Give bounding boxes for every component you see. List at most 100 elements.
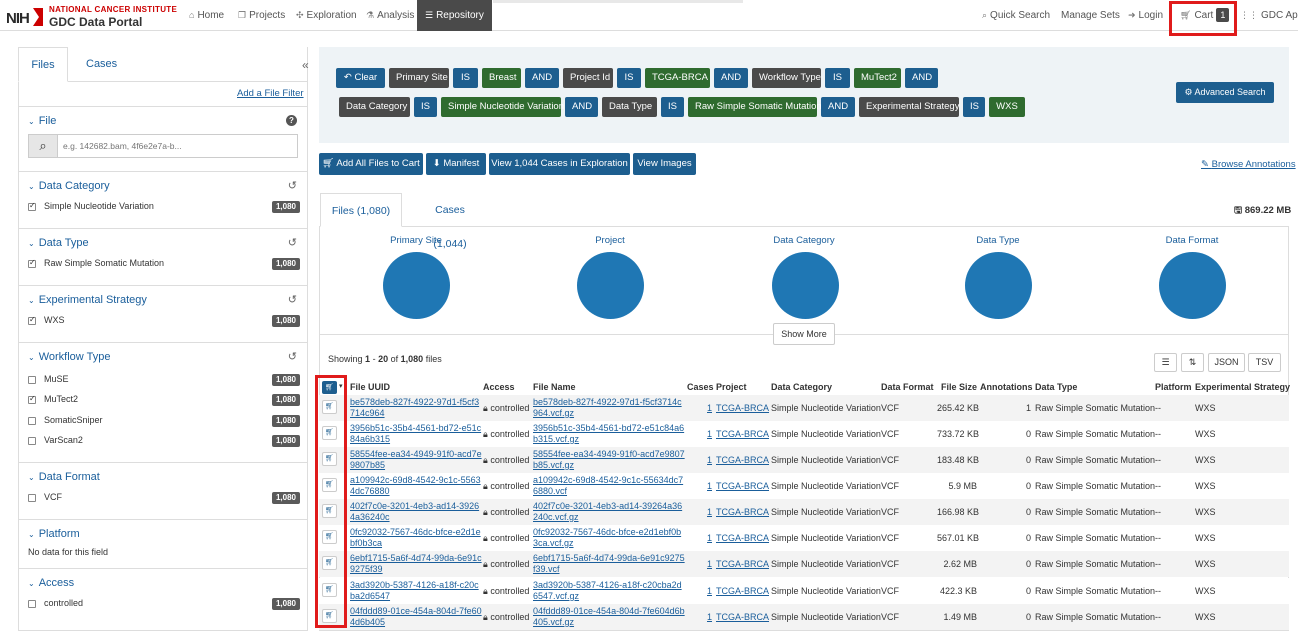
facet-title-experimental-strategy[interactable]: ⌄ Experimental Strategy bbox=[28, 294, 147, 306]
sidebar-tab-cases[interactable]: Cases bbox=[86, 47, 117, 82]
project-link[interactable]: TCGA-BRCA bbox=[716, 507, 769, 517]
facet-item[interactable]: Raw Simple Somatic Mutation 1,080 bbox=[28, 258, 300, 272]
pie-chart-data-type[interactable] bbox=[965, 252, 1032, 319]
checkbox[interactable] bbox=[28, 376, 36, 384]
file-name-link[interactable]: 58554fee-ea34-4949-91f0-acd7e9807b85.vcf… bbox=[533, 449, 685, 471]
cases-count-link[interactable]: 1 bbox=[707, 403, 712, 413]
export-tsv-button[interactable]: TSV bbox=[1248, 353, 1281, 372]
project-link[interactable]: TCGA-BRCA bbox=[716, 533, 769, 543]
project-link[interactable]: TCGA-BRCA bbox=[716, 481, 769, 491]
query-operator[interactable]: IS bbox=[453, 68, 478, 88]
file-name-link[interactable]: a109942c-69d8-4542-9c1c-55634dc76880.vcf bbox=[533, 475, 685, 497]
facet-title-data-type[interactable]: ⌄ Data Type bbox=[28, 237, 89, 249]
file-name-link[interactable]: 3956b51c-35b4-4561-bd72-e51c84a6b315.vcf… bbox=[533, 423, 685, 445]
query-field-data-type[interactable]: Data Type bbox=[602, 97, 657, 117]
file-uuid-link[interactable]: be578deb-827f-4922-97d1-f5cf3714c964 bbox=[350, 397, 482, 419]
cases-count-link[interactable]: 1 bbox=[707, 533, 712, 543]
checkbox[interactable] bbox=[28, 437, 36, 445]
nav-exploration[interactable]: ✣ Exploration bbox=[296, 0, 357, 31]
cases-count-link[interactable]: 1 bbox=[707, 429, 712, 439]
sort-button[interactable]: ⇅ bbox=[1181, 353, 1204, 372]
file-name-link[interactable]: 402f7c0e-3201-4eb3-ad14-39264a36240c.vcf… bbox=[533, 501, 685, 523]
file-uuid-link[interactable]: 04fddd89-01ce-454a-804d-7fe604d6b405 bbox=[350, 606, 482, 628]
checkbox[interactable] bbox=[28, 315, 36, 325]
show-more-button[interactable]: Show More bbox=[773, 323, 835, 345]
export-json-button[interactable]: JSON bbox=[1208, 353, 1245, 372]
checkbox[interactable] bbox=[28, 494, 36, 502]
file-uuid-link[interactable]: 6ebf1715-5a6f-4d74-99da-6e91c9275f39 bbox=[350, 553, 482, 575]
nav-home[interactable]: ⌂ Home bbox=[189, 0, 224, 31]
facet-title-data-format[interactable]: ⌄ Data Format bbox=[28, 471, 100, 483]
reset-icon[interactable]: ↺ bbox=[288, 350, 297, 363]
nav-projects[interactable]: ❐ Projects bbox=[238, 0, 285, 31]
query-and[interactable]: AND bbox=[821, 97, 855, 117]
reset-icon[interactable]: ↺ bbox=[288, 236, 297, 249]
facet-item[interactable]: MuSE 1,080 bbox=[28, 374, 300, 388]
facet-item[interactable]: Simple Nucleotide Variation 1,080 bbox=[28, 201, 300, 215]
file-uuid-link[interactable]: 3ad3920b-5387-4126-a18f-c20cba2d6547 bbox=[350, 580, 482, 602]
facet-title-access[interactable]: ⌄ Access bbox=[28, 577, 74, 589]
query-field-data-category[interactable]: Data Category bbox=[339, 97, 410, 117]
facet-item[interactable]: VarScan2 1,080 bbox=[28, 435, 300, 449]
facet-item[interactable]: WXS 1,080 bbox=[28, 315, 300, 329]
query-operator[interactable]: IS bbox=[617, 68, 641, 88]
tab-files[interactable]: Files (1,080) bbox=[320, 193, 402, 227]
sidebar-tab-files[interactable]: Files bbox=[18, 47, 68, 82]
reset-icon[interactable]: ↺ bbox=[288, 179, 297, 192]
reset-icon[interactable]: ↺ bbox=[288, 293, 297, 306]
query-and[interactable]: AND bbox=[905, 68, 938, 88]
column-header[interactable]: Data Category bbox=[771, 382, 832, 392]
nav-login[interactable]: ➜ Login bbox=[1128, 0, 1163, 31]
column-header[interactable]: File UUID bbox=[350, 382, 390, 392]
checkbox[interactable] bbox=[28, 201, 36, 211]
query-field-workflow-type[interactable]: Workflow Type bbox=[752, 68, 821, 88]
column-header[interactable]: File Size bbox=[941, 382, 977, 392]
column-header[interactable]: Data Type bbox=[1035, 382, 1077, 392]
help-icon[interactable]: ? bbox=[286, 115, 297, 126]
advanced-search-button[interactable]: ⚙ Advanced Search bbox=[1176, 82, 1274, 103]
column-header[interactable]: Cases bbox=[687, 382, 714, 392]
file-uuid-link[interactable]: 402f7c0e-3201-4eb3-ad14-39264a36240c bbox=[350, 501, 482, 523]
file-search-input[interactable] bbox=[63, 138, 291, 154]
query-value-snv[interactable]: Simple Nucleotide Variation bbox=[441, 97, 564, 117]
cases-count-link[interactable]: 1 bbox=[707, 586, 712, 596]
facet-item[interactable]: controlled 1,080 bbox=[28, 598, 300, 612]
query-field-primary-site[interactable]: Primary Site bbox=[389, 68, 449, 88]
query-field-experimental-strategy[interactable]: Experimental Strategy bbox=[859, 97, 959, 117]
add-file-filter-link[interactable]: Add a File Filter bbox=[237, 88, 304, 99]
column-header[interactable]: Platform bbox=[1155, 382, 1192, 392]
view-cases-in-exploration-button[interactable]: View 1,044 Cases in Exploration bbox=[489, 153, 630, 175]
nav-gdc-apps[interactable]: ⋮⋮GDC Apps bbox=[1240, 0, 1298, 31]
checkbox[interactable] bbox=[28, 417, 36, 425]
column-header[interactable]: Experimental Strategy bbox=[1195, 382, 1290, 392]
facet-item[interactable]: VCF 1,080 bbox=[28, 492, 300, 506]
collapse-sidebar-icon[interactable]: « bbox=[302, 58, 309, 72]
nav-manage-sets[interactable]: Manage Sets bbox=[1061, 0, 1120, 31]
manifest-button[interactable]: ⬇ Manifest bbox=[426, 153, 486, 175]
project-link[interactable]: TCGA-BRCA bbox=[716, 612, 769, 622]
file-uuid-link[interactable]: 58554fee-ea34-4949-91f0-acd7e9807b85 bbox=[350, 449, 482, 471]
facet-item[interactable]: SomaticSniper 1,080 bbox=[28, 415, 300, 429]
column-header[interactable]: Access bbox=[483, 382, 515, 392]
view-images-button[interactable]: View Images bbox=[633, 153, 696, 175]
checkbox[interactable] bbox=[28, 394, 36, 404]
file-uuid-link[interactable]: 0fc92032-7567-46dc-bfce-e2d1ebf0b3ca bbox=[350, 527, 482, 549]
column-header[interactable]: File Name bbox=[533, 382, 576, 392]
gdc-logo[interactable]: NIH NATIONAL CANCER INSTITUTE GDC Data P… bbox=[4, 4, 180, 29]
query-value-raw-ssm[interactable]: Raw Simple Somatic Mutation bbox=[688, 97, 822, 117]
facet-title-file[interactable]: ⌄ File bbox=[28, 115, 56, 127]
column-toggle-button[interactable]: ☰ bbox=[1154, 353, 1177, 372]
clear-query-button[interactable]: ↶ Clear bbox=[336, 68, 385, 88]
facet-item[interactable]: MuTect2 1,080 bbox=[28, 394, 300, 408]
column-header[interactable]: Data Format bbox=[881, 382, 934, 392]
cases-count-link[interactable]: 1 bbox=[707, 455, 712, 465]
pie-chart-data-format[interactable] bbox=[1159, 252, 1226, 319]
project-link[interactable]: TCGA-BRCA bbox=[716, 403, 769, 413]
cases-count-link[interactable]: 1 bbox=[707, 507, 712, 517]
project-link[interactable]: TCGA-BRCA bbox=[716, 559, 769, 569]
project-link[interactable]: TCGA-BRCA bbox=[716, 455, 769, 465]
query-operator[interactable]: IS bbox=[414, 97, 437, 117]
checkbox[interactable] bbox=[28, 258, 36, 268]
file-name-link[interactable]: 04fddd89-01ce-454a-804d-7fe604d6b405.vcf… bbox=[533, 606, 685, 628]
file-uuid-link[interactable]: a109942c-69d8-4542-9c1c-55634dc76880 bbox=[350, 475, 482, 497]
